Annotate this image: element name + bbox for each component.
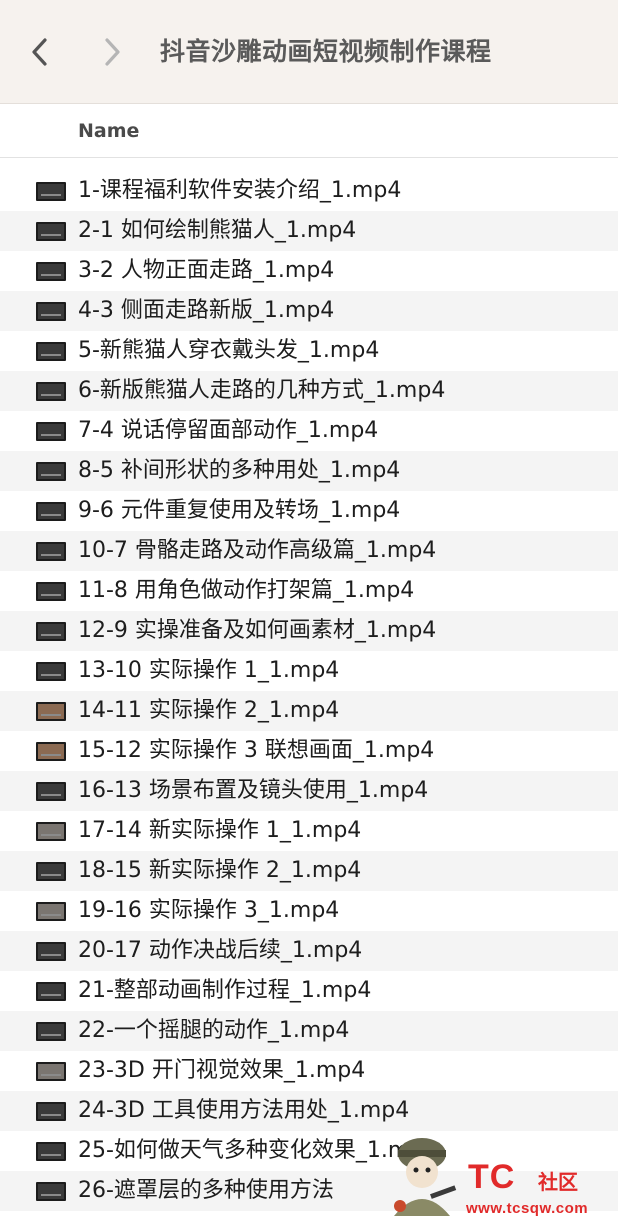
video-thumbnail-icon bbox=[36, 702, 66, 721]
file-name: 8-5 补间形状的多种用处_1.mp4 bbox=[78, 458, 401, 483]
file-name: 18-15 新实际操作 2_1.mp4 bbox=[78, 858, 362, 883]
file-row[interactable]: 10-7 骨骼走路及动作高级篇_1.mp4 bbox=[0, 531, 618, 571]
video-thumbnail-icon bbox=[36, 302, 66, 321]
window-toolbar: 抖音沙雕动画短视频制作课程 bbox=[0, 0, 618, 104]
file-row[interactable]: 9-6 元件重复使用及转场_1.mp4 bbox=[0, 491, 618, 531]
file-row[interactable]: 12-9 实操准备及如何画素材_1.mp4 bbox=[0, 611, 618, 651]
video-thumbnail-icon bbox=[36, 1142, 66, 1161]
chevron-right-icon bbox=[105, 38, 120, 66]
file-name: 24-3D 工具使用方法用处_1.mp4 bbox=[78, 1098, 410, 1123]
file-row[interactable]: 5-新熊猫人穿衣戴头发_1.mp4 bbox=[0, 331, 618, 371]
file-name: 14-11 实际操作 2_1.mp4 bbox=[78, 698, 340, 723]
video-thumbnail-icon bbox=[36, 622, 66, 641]
column-header-name[interactable]: Name bbox=[78, 118, 139, 144]
mascot-icon bbox=[394, 1138, 457, 1216]
file-row[interactable]: 13-10 实际操作 1_1.mp4 bbox=[0, 651, 618, 691]
chevron-left-icon bbox=[32, 38, 47, 66]
file-name: 21-整部动画制作过程_1.mp4 bbox=[78, 978, 372, 1003]
video-thumbnail-icon bbox=[36, 782, 66, 801]
file-row[interactable]: 14-11 实际操作 2_1.mp4 bbox=[0, 691, 618, 731]
file-row[interactable]: 8-5 补间形状的多种用处_1.mp4 bbox=[0, 451, 618, 491]
video-thumbnail-icon bbox=[36, 542, 66, 561]
video-thumbnail-icon bbox=[36, 902, 66, 921]
file-row[interactable]: 6-新版熊猫人走路的几种方式_1.mp4 bbox=[0, 371, 618, 411]
video-thumbnail-icon bbox=[36, 462, 66, 481]
video-thumbnail-icon bbox=[36, 822, 66, 841]
file-row[interactable]: 17-14 新实际操作 1_1.mp4 bbox=[0, 811, 618, 851]
file-name: 5-新熊猫人穿衣戴头发_1.mp4 bbox=[78, 338, 380, 363]
video-thumbnail-icon bbox=[36, 862, 66, 881]
video-thumbnail-icon bbox=[36, 662, 66, 681]
file-row[interactable]: 4-3 侧面走路新版_1.mp4 bbox=[0, 291, 618, 331]
video-thumbnail-icon bbox=[36, 1182, 66, 1201]
file-row[interactable]: 1-课程福利软件安装介绍_1.mp4 bbox=[0, 171, 618, 211]
watermark-label: 社区 bbox=[538, 1170, 578, 1194]
file-row[interactable]: 16-13 场景布置及镜头使用_1.mp4 bbox=[0, 771, 618, 811]
video-thumbnail-icon bbox=[36, 582, 66, 601]
video-thumbnail-icon bbox=[36, 502, 66, 521]
file-row[interactable]: 18-15 新实际操作 2_1.mp4 bbox=[0, 851, 618, 891]
video-thumbnail-icon bbox=[36, 422, 66, 441]
video-thumbnail-icon bbox=[36, 1062, 66, 1081]
file-row[interactable]: 20-17 动作决战后续_1.mp4 bbox=[0, 931, 618, 971]
file-row[interactable]: 19-16 实际操作 3_1.mp4 bbox=[0, 891, 618, 931]
file-list: 1-课程福利软件安装介绍_1.mp4 2-1 如何绘制熊猫人_1.mp4 3-2 人… bbox=[0, 171, 618, 1211]
video-thumbnail-icon bbox=[36, 262, 66, 281]
file-row[interactable]: 7-4 说话停留面部动作_1.mp4 bbox=[0, 411, 618, 451]
file-name: 15-12 实际操作 3 联想画面_1.mp4 bbox=[78, 738, 435, 763]
back-button[interactable] bbox=[20, 32, 60, 72]
file-name: 22-一个摇腿的动作_1.mp4 bbox=[78, 1018, 350, 1043]
file-name: 26-遮罩层的多种使用方法 bbox=[78, 1178, 334, 1203]
file-name: 10-7 骨骼走路及动作高级篇_1.mp4 bbox=[78, 538, 437, 563]
file-row[interactable]: 3-2 人物正面走路_1.mp4 bbox=[0, 251, 618, 291]
file-name: 20-17 动作决战后续_1.mp4 bbox=[78, 938, 363, 963]
watermark-url: www.tcsqw.com bbox=[466, 1200, 589, 1217]
file-row[interactable]: 15-12 实际操作 3 联想画面_1.mp4 bbox=[0, 731, 618, 771]
file-name: 16-13 场景布置及镜头使用_1.mp4 bbox=[78, 778, 429, 803]
file-name: 3-2 人物正面走路_1.mp4 bbox=[78, 258, 335, 283]
video-thumbnail-icon bbox=[36, 382, 66, 401]
file-name: 13-10 实际操作 1_1.mp4 bbox=[78, 658, 340, 683]
file-row[interactable]: 22-一个摇腿的动作_1.mp4 bbox=[0, 1011, 618, 1051]
video-thumbnail-icon bbox=[36, 942, 66, 961]
video-thumbnail-icon bbox=[36, 182, 66, 201]
video-thumbnail-icon bbox=[36, 742, 66, 761]
video-thumbnail-icon bbox=[36, 982, 66, 1001]
file-row[interactable]: 11-8 用角色做动作打架篇_1.mp4 bbox=[0, 571, 618, 611]
video-thumbnail-icon bbox=[36, 1022, 66, 1041]
watermark-brand: TC bbox=[468, 1158, 516, 1196]
file-row[interactable]: 21-整部动画制作过程_1.mp4 bbox=[0, 971, 618, 1011]
video-thumbnail-icon bbox=[36, 1102, 66, 1121]
file-name: 9-6 元件重复使用及转场_1.mp4 bbox=[78, 498, 401, 523]
file-name: 2-1 如何绘制熊猫人_1.mp4 bbox=[78, 218, 357, 243]
file-row[interactable]: 23-3D 开门视觉效果_1.mp4 bbox=[0, 1051, 618, 1091]
file-name: 17-14 新实际操作 1_1.mp4 bbox=[78, 818, 362, 843]
file-name: 6-新版熊猫人走路的几种方式_1.mp4 bbox=[78, 378, 446, 403]
file-name: 23-3D 开门视觉效果_1.mp4 bbox=[78, 1058, 366, 1083]
file-name: 4-3 侧面走路新版_1.mp4 bbox=[78, 298, 335, 323]
file-name: 1-课程福利软件安装介绍_1.mp4 bbox=[78, 178, 402, 203]
video-thumbnail-icon bbox=[36, 222, 66, 241]
file-name: 7-4 说话停留面部动作_1.mp4 bbox=[78, 418, 379, 443]
column-header-bar: Name bbox=[0, 104, 618, 158]
file-row[interactable]: 2-1 如何绘制熊猫人_1.mp4 bbox=[0, 211, 618, 251]
file-name: 19-16 实际操作 3_1.mp4 bbox=[78, 898, 340, 923]
video-thumbnail-icon bbox=[36, 342, 66, 361]
file-name: 11-8 用角色做动作打架篇_1.mp4 bbox=[78, 578, 415, 603]
window-title: 抖音沙雕动画短视频制作课程 bbox=[160, 37, 492, 66]
forward-button[interactable] bbox=[92, 32, 132, 72]
file-name: 12-9 实操准备及如何画素材_1.mp4 bbox=[78, 618, 437, 643]
watermark: TC 社区 www.tcsqw.com bbox=[372, 1120, 612, 1220]
